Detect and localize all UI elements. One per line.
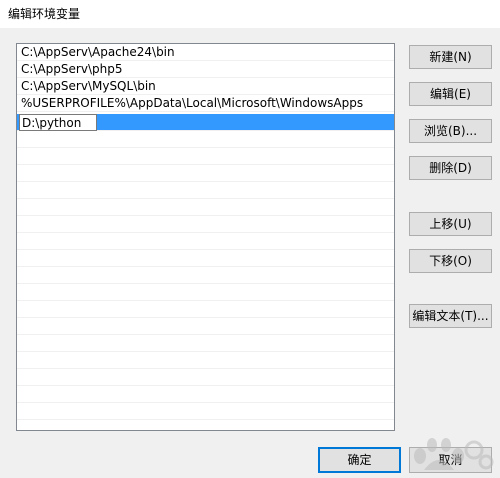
list-item-text: C:\AppServ\MySQL\bin xyxy=(21,79,156,93)
ok-button[interactable]: 确定 xyxy=(318,447,401,473)
empty-row xyxy=(17,284,394,301)
delete-button[interactable]: 删除(D) xyxy=(409,156,492,180)
move-up-button[interactable]: 上移(U) xyxy=(409,212,492,236)
empty-row xyxy=(17,369,394,386)
empty-row xyxy=(17,131,394,148)
edit-text-button[interactable]: 编辑文本(T)... xyxy=(409,304,492,328)
empty-row xyxy=(17,165,394,182)
window-title: 编辑环境变量 xyxy=(8,7,81,21)
path-list[interactable]: C:\AppServ\Apache24\bin C:\AppServ\php5 … xyxy=(16,43,395,431)
empty-row xyxy=(17,182,394,199)
list-item-text: C:\AppServ\php5 xyxy=(21,62,123,76)
list-item[interactable]: C:\AppServ\php5 xyxy=(17,61,394,78)
empty-row xyxy=(17,250,394,267)
list-item[interactable]: %USERPROFILE%\AppData\Local\Microsoft\Wi… xyxy=(17,95,394,112)
empty-row xyxy=(17,386,394,403)
empty-row xyxy=(17,267,394,284)
empty-row xyxy=(17,148,394,165)
inline-edit-input[interactable] xyxy=(19,114,97,131)
list-item-text: %USERPROFILE%\AppData\Local\Microsoft\Wi… xyxy=(21,96,364,110)
title-bar: 编辑环境变量 xyxy=(0,0,500,28)
move-down-button[interactable]: 下移(O) xyxy=(409,249,492,273)
list-item-selected[interactable] xyxy=(17,114,394,131)
empty-row xyxy=(17,335,394,352)
empty-row xyxy=(17,301,394,318)
list-item[interactable]: C:\AppServ\Apache24\bin xyxy=(17,44,394,61)
cancel-button[interactable]: 取消 xyxy=(409,447,492,473)
empty-row xyxy=(17,233,394,250)
list-item-text: C:\AppServ\Apache24\bin xyxy=(21,45,175,59)
empty-row xyxy=(17,199,394,216)
empty-row xyxy=(17,318,394,335)
empty-row xyxy=(17,216,394,233)
edit-button[interactable]: 编辑(E) xyxy=(409,82,492,106)
list-item[interactable]: C:\AppServ\MySQL\bin xyxy=(17,78,394,95)
empty-row xyxy=(17,403,394,420)
empty-row xyxy=(17,352,394,369)
browse-button[interactable]: 浏览(B)... xyxy=(409,119,492,143)
new-button[interactable]: 新建(N) xyxy=(409,45,492,69)
